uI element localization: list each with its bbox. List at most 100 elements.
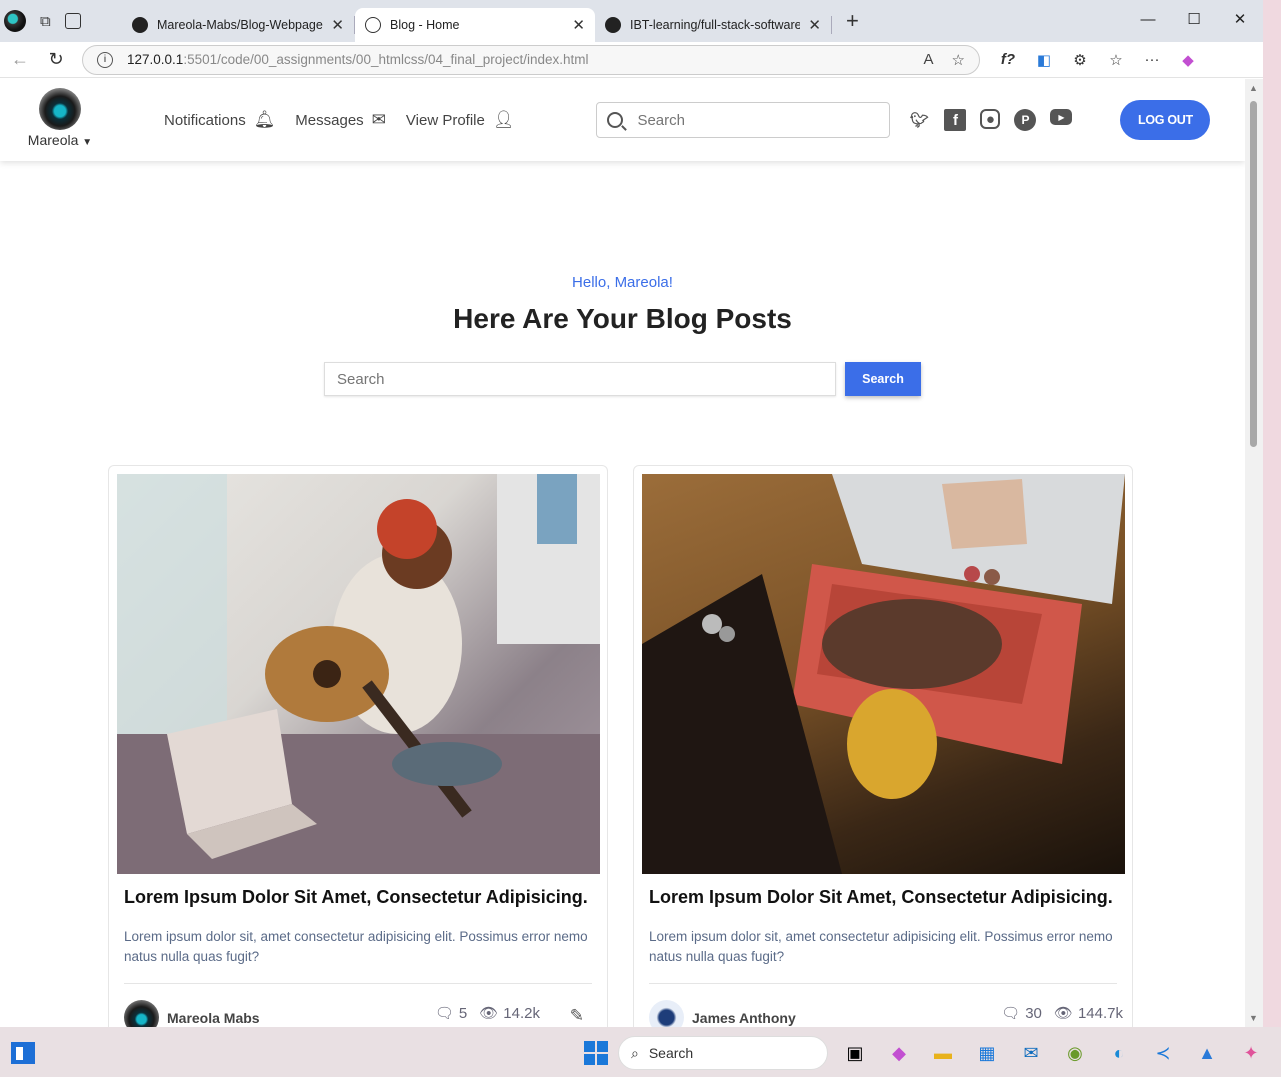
vscode-icon[interactable]: ≺ — [1146, 1036, 1180, 1070]
nav-link-label: Messages — [295, 111, 364, 129]
blog-search-input[interactable] — [324, 362, 836, 396]
view-count: 👁︎ 144.7k — [1054, 1004, 1123, 1022]
read-aloud-icon[interactable]: A — [924, 51, 934, 68]
widgets-icon[interactable] — [11, 1042, 35, 1064]
page-title: Here Are Your Blog Posts — [453, 303, 792, 334]
url-field[interactable]: i 127.0.0.1:5501/code/00_assignments/00_… — [82, 44, 980, 75]
copilot-app-icon[interactable]: ◆ — [882, 1036, 916, 1070]
view-count: 👁︎ 14.2k — [479, 1004, 540, 1022]
github-icon — [132, 17, 148, 33]
edge-browser-icon[interactable]: ◐ — [1102, 1036, 1136, 1070]
tab-blog-home[interactable]: Blog - Home ✕ — [355, 8, 595, 42]
post-image[interactable] — [642, 474, 1125, 874]
view-count-value: 144.7k — [1077, 1005, 1123, 1022]
tab-ibt-learning[interactable]: IBT-learning/full-stack-software-e ✕ — [595, 8, 831, 42]
avatar[interactable] — [124, 1000, 159, 1027]
nav-messages[interactable]: Messages ✉ — [295, 110, 386, 130]
post-author[interactable]: James Anthony — [692, 1010, 796, 1026]
post-title[interactable]: Lorem Ipsum Dolor Sit Amet, Consectetur … — [649, 887, 1124, 908]
post-title[interactable]: Lorem Ipsum Dolor Sit Amet, Consectetur … — [124, 887, 599, 908]
copilot-icon[interactable]: ◆ — [1170, 51, 1206, 69]
scroll-up-icon[interactable]: ▲ — [1249, 83, 1258, 93]
os-taskbar: ⌕ Search ▣ ◆ ▬ ▦ ✉ ◉ ◐ ≺ ▲ ✦ — [0, 1027, 1281, 1077]
profile-username[interactable]: Mareola ▼ — [28, 132, 92, 148]
laptop-photo-illustration — [642, 474, 1125, 874]
tab-separator — [831, 16, 832, 34]
favorite-star-icon[interactable]: ☆ — [952, 51, 965, 69]
vertical-tabs-icon[interactable] — [64, 13, 81, 29]
comment-count-value: 30 — [1025, 1005, 1042, 1022]
instagram-icon[interactable]: ● — [980, 109, 1001, 129]
facebook-icon[interactable]: f — [944, 109, 967, 131]
chameleon-app-icon[interactable]: ◉ — [1058, 1036, 1092, 1070]
tab-title: IBT-learning/full-stack-software-e — [630, 18, 801, 32]
youtube-icon[interactable]: ▶ — [1050, 109, 1073, 125]
blog-post-list: Lorem Ipsum Dolor Sit Amet, Consectetur … — [108, 465, 1133, 1027]
comment-count[interactable]: 🗨︎ 30 — [1001, 1004, 1042, 1022]
colorful-app-icon[interactable]: ✦ — [1234, 1036, 1268, 1070]
nav-search-input[interactable] — [637, 111, 868, 129]
blog-post-card[interactable]: Lorem Ipsum Dolor Sit Amet, Consectetur … — [108, 465, 608, 1027]
outlook-icon[interactable]: ✉ — [1014, 1036, 1048, 1070]
comment-count-value: 5 — [458, 1005, 468, 1022]
avatar[interactable] — [39, 88, 81, 130]
taskbar-search[interactable]: ⌕ Search — [618, 1036, 828, 1070]
url-path: :5501/code/00_assignments/00_htmlcss/04_… — [183, 52, 589, 67]
caret-down-icon: ▼ — [82, 137, 93, 148]
maximize-icon[interactable]: ☐ — [1171, 0, 1217, 38]
nav-notifications[interactable]: Notifications 🔔︎ — [164, 110, 275, 130]
tab-github-blog[interactable]: Mareola-Mabs/Blog-Webpage: A ✕ — [122, 8, 354, 42]
blog-search-button[interactable]: Search — [845, 362, 921, 396]
search-icon — [607, 112, 624, 128]
minimize-icon[interactable]: — — [1125, 0, 1171, 38]
collections-icon[interactable]: ⧉ — [40, 13, 51, 30]
taskbar-apps: ⌕ Search ▣ ◆ ▬ ▦ ✉ ◉ ◐ ≺ ▲ ✦ — [584, 1036, 1268, 1070]
close-tab-icon[interactable]: ✕ — [331, 16, 344, 34]
close-window-icon[interactable]: ✕ — [1217, 0, 1263, 38]
nav-search-box[interactable] — [596, 102, 891, 138]
nav-view-profile[interactable]: View Profile 👤︎ — [406, 110, 515, 130]
scroll-down-icon[interactable]: ▼ — [1249, 1013, 1258, 1023]
windows-start-icon[interactable] — [584, 1041, 608, 1065]
envelope-icon: ✉ — [371, 110, 386, 129]
file-explorer-icon[interactable]: ▬ — [926, 1036, 960, 1070]
browser-profile-avatar[interactable] — [4, 10, 26, 32]
favorites-icon[interactable]: ☆ — [1098, 51, 1134, 69]
scrollbar-thumb[interactable] — [1250, 101, 1257, 447]
eye-icon: 👁︎ — [479, 1005, 499, 1022]
task-view-icon[interactable]: ▣ — [838, 1036, 872, 1070]
photos-app-icon[interactable]: ▲ — [1190, 1036, 1224, 1070]
pinterest-icon[interactable]: P — [1014, 109, 1037, 131]
store-icon[interactable]: ▦ — [970, 1036, 1004, 1070]
refresh-icon[interactable]: ↻ — [38, 49, 74, 70]
tab-bar-lead: ⧉ — [0, 10, 122, 32]
post-excerpt: Lorem ipsum dolor sit, amet consectetur … — [124, 929, 588, 964]
blog-post-card[interactable]: Lorem Ipsum Dolor Sit Amet, Consectetur … — [633, 465, 1133, 1027]
close-tab-icon[interactable]: ✕ — [808, 16, 821, 34]
site-info-icon[interactable]: i — [97, 51, 113, 68]
address-bar-row: ← ↻ i 127.0.0.1:5501/code/00_assignments… — [0, 42, 1263, 78]
post-author[interactable]: Mareola Mabs — [167, 1010, 260, 1026]
page-scrollbar[interactable]: ▲ ▼ — [1245, 79, 1263, 1027]
twitter-icon[interactable]: 🐦︎ — [908, 109, 930, 131]
nav-links: Notifications 🔔︎ Messages ✉ View Profile 👤︎ — [164, 110, 514, 130]
post-image[interactable] — [117, 474, 600, 874]
more-menu-icon[interactable]: ··· — [1134, 51, 1170, 69]
nav-link-label: Notifications — [164, 111, 246, 129]
comment-count[interactable]: 🗨︎ 5 — [435, 1004, 467, 1022]
edit-pencil-icon[interactable]: ✎ — [570, 1006, 584, 1026]
bell-icon: 🔔︎ — [253, 110, 276, 129]
avatar[interactable] — [649, 1000, 684, 1027]
search-icon: ⌕ — [631, 1044, 639, 1061]
url-host: 127.0.0.1 — [127, 52, 184, 67]
back-arrow-icon[interactable]: ← — [2, 49, 38, 70]
new-tab-icon[interactable]: + — [846, 8, 859, 34]
formula-extension-icon[interactable]: f? — [990, 51, 1026, 69]
divider — [649, 983, 1117, 984]
blog-search-form: Search — [0, 362, 1245, 396]
logout-button[interactable]: LOG OUT — [1120, 100, 1211, 140]
close-tab-icon[interactable]: ✕ — [572, 16, 585, 34]
extension-app-icon[interactable]: ◧ — [1026, 51, 1062, 69]
profile-menu[interactable]: Mareola ▼ — [0, 88, 120, 148]
extensions-puzzle-icon[interactable]: ⚙ — [1062, 51, 1098, 69]
